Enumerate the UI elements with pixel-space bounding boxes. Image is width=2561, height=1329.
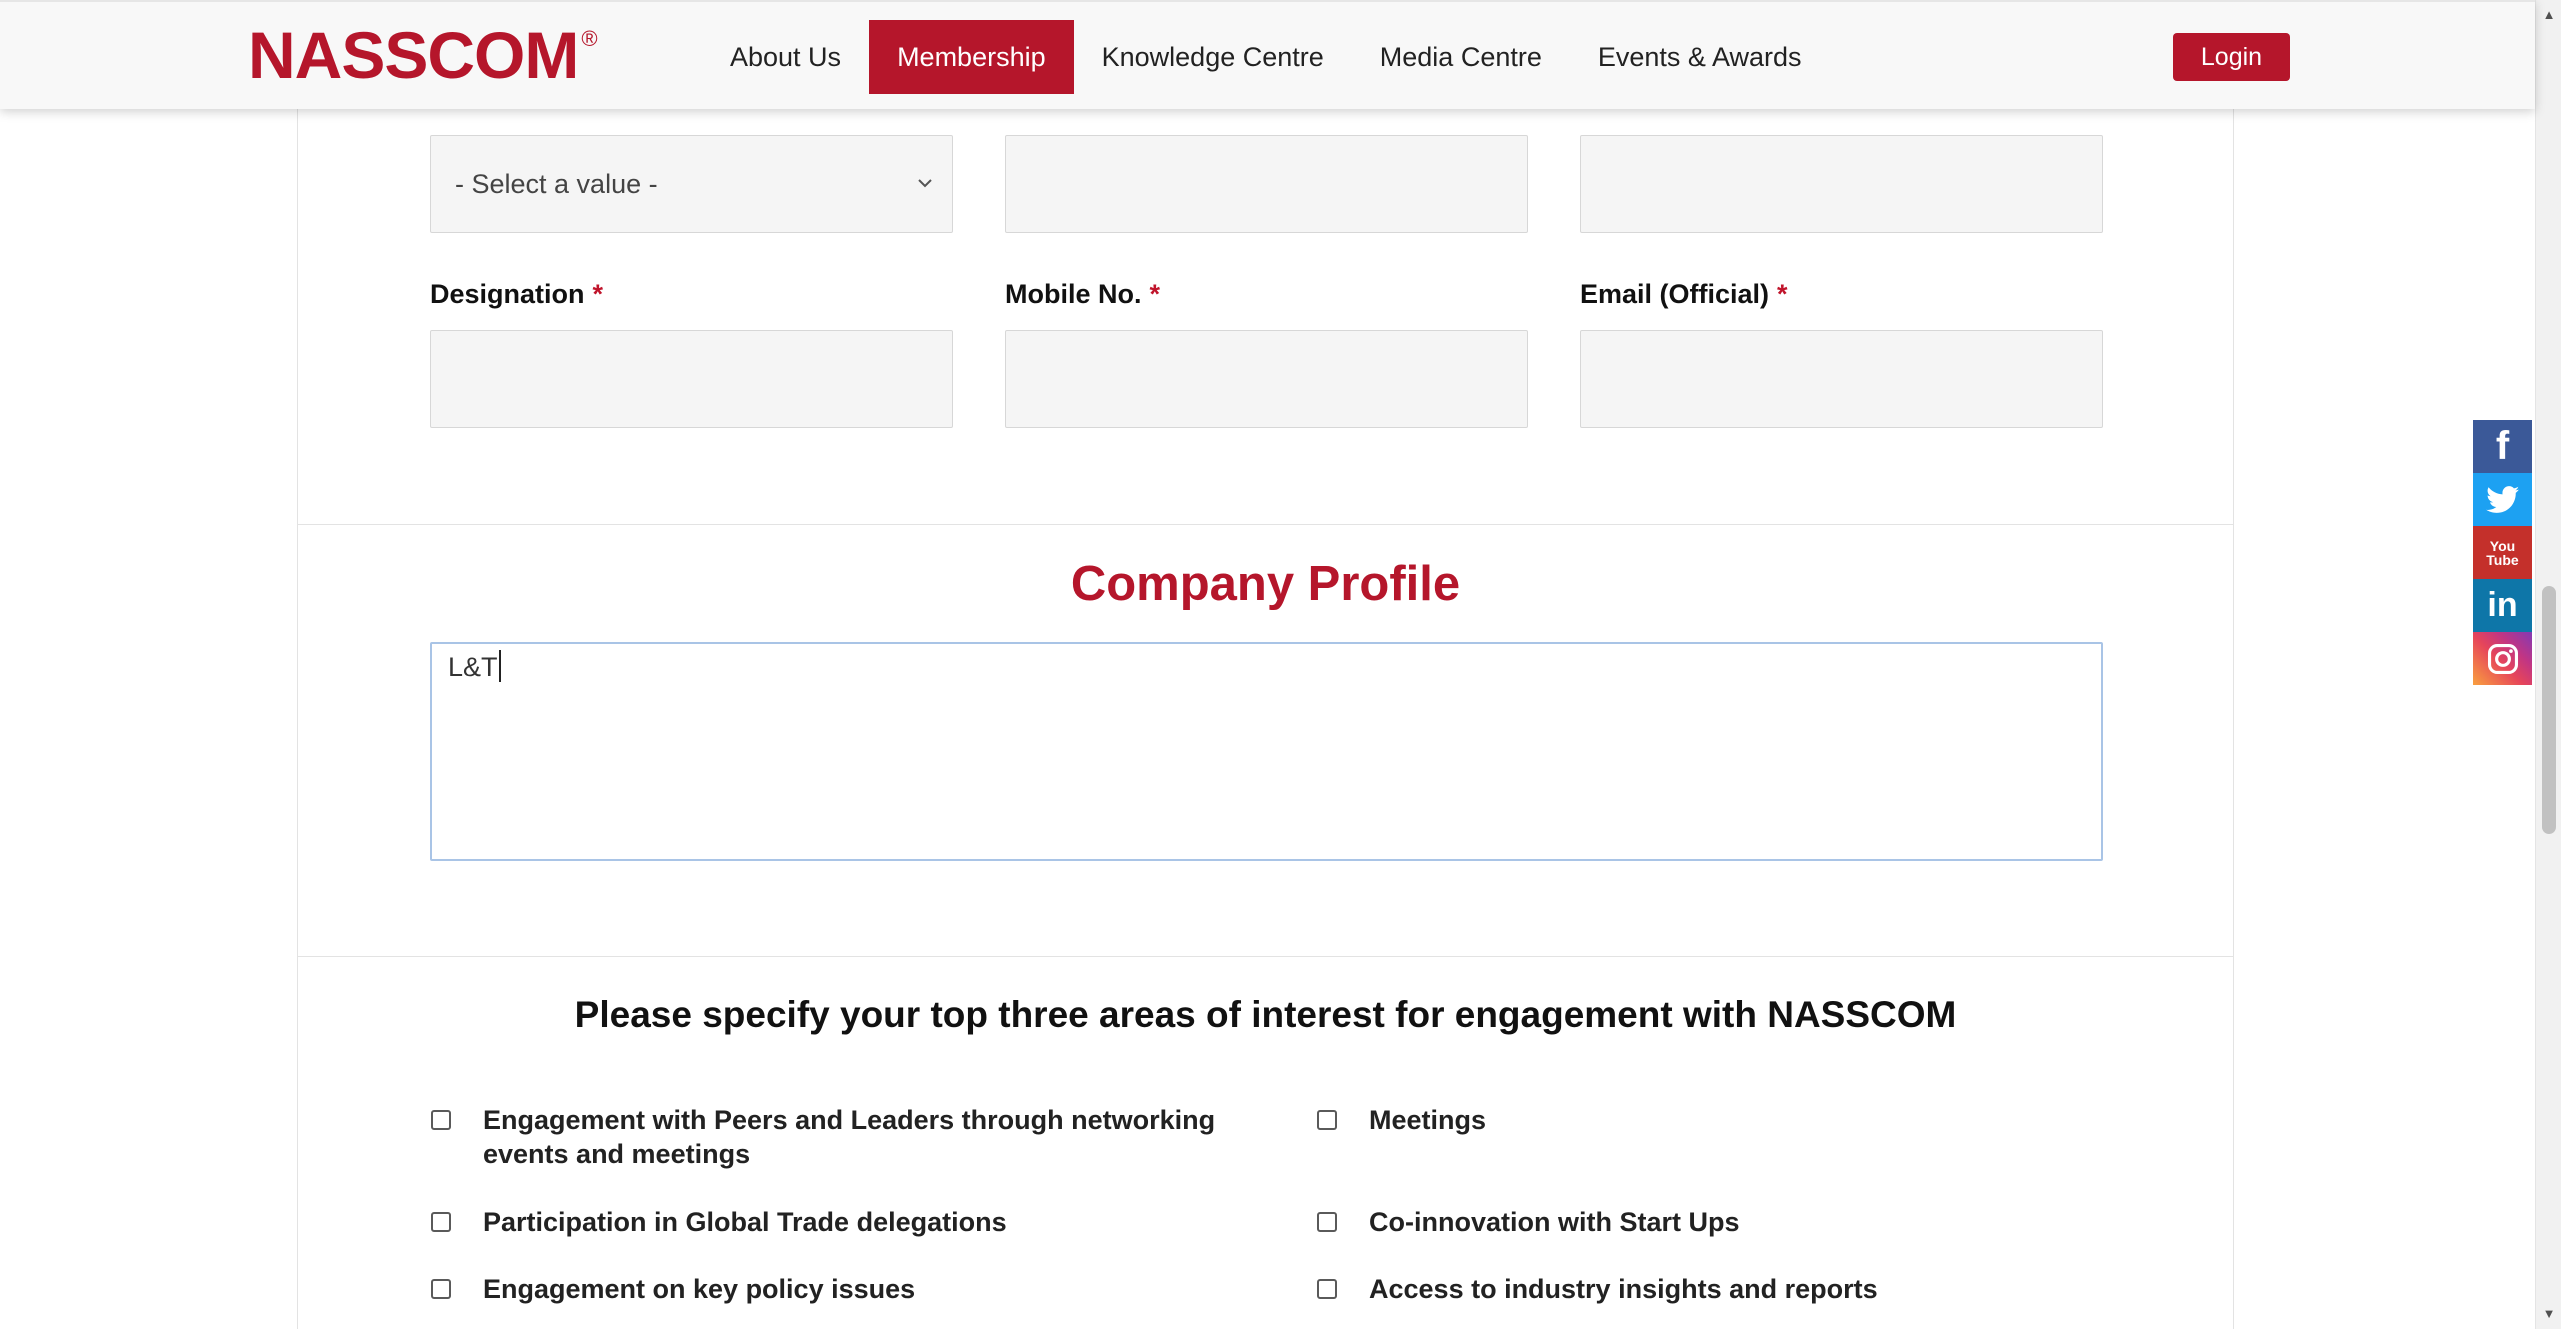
designation-label: Designation *: [430, 279, 603, 310]
interest-checkbox-insights[interactable]: [1317, 1279, 1337, 1299]
youtube-glyph-bottom: Tube: [2486, 551, 2519, 568]
youtube-icon[interactable]: You Tube: [2473, 526, 2532, 579]
interest-checkbox-coinnovation[interactable]: [1317, 1212, 1337, 1232]
scroll-thumb[interactable]: [2542, 586, 2556, 834]
interest-label-coinnovation: Co-innovation with Start Ups: [1369, 1207, 1740, 1237]
scroll-down-arrow-icon[interactable]: ▼: [2536, 1301, 2561, 1325]
last-name-input[interactable]: [1580, 135, 2103, 233]
interest-label-networking: Engagement with Peers and Leaders throug…: [483, 1105, 1216, 1169]
nav-events-awards[interactable]: Events & Awards: [1570, 20, 1830, 94]
page-scrollbar[interactable]: ▲ ▼: [2535, 0, 2561, 1329]
company-profile-value: L&T: [448, 652, 498, 682]
instagram-icon[interactable]: [2473, 632, 2532, 685]
title-select-value: - Select a value -: [455, 168, 658, 199]
interest-checkbox-trade-delegations[interactable]: [431, 1212, 451, 1232]
interest-checkbox-networking[interactable]: [431, 1110, 451, 1130]
interests-title: Please specify your top three areas of i…: [574, 994, 1957, 1035]
twitter-icon[interactable]: [2473, 473, 2532, 526]
company-profile-title: Company Profile: [1070, 557, 1461, 611]
facebook-icon[interactable]: f: [2473, 420, 2532, 473]
section-divider: [297, 956, 2234, 957]
login-button[interactable]: Login: [2173, 33, 2290, 81]
interest-label-policy: Engagement on key policy issues: [483, 1274, 916, 1304]
mobile-label: Mobile No. *: [1005, 279, 1160, 310]
designation-input[interactable]: [430, 330, 953, 428]
registered-mark: ®: [581, 26, 598, 51]
required-mark: *: [1777, 279, 1788, 309]
interest-label-insights: Access to industry insights and reports: [1369, 1274, 1878, 1304]
company-profile-textarea[interactable]: L&T: [430, 642, 2103, 861]
interest-checkbox-policy[interactable]: [431, 1279, 451, 1299]
designation-label-text: Designation: [430, 279, 585, 309]
interest-checkbox-meetings[interactable]: [1317, 1110, 1337, 1130]
nav-media-centre[interactable]: Media Centre: [1352, 20, 1570, 94]
nav-about-us[interactable]: About Us: [702, 20, 869, 94]
title-select[interactable]: - Select a value -: [430, 135, 953, 233]
instagram-camera-icon: [2487, 643, 2518, 674]
nasscom-logo[interactable]: NASSCOM ®: [248, 18, 598, 92]
site-header: NASSCOM ® About Us Membership Knowledge …: [0, 0, 2535, 109]
nav-knowledge-centre[interactable]: Knowledge Centre: [1074, 20, 1352, 94]
nav-membership[interactable]: Membership: [869, 20, 1074, 94]
twitter-bird-icon: [2485, 485, 2519, 513]
text-caret: [498, 650, 501, 682]
linkedin-icon[interactable]: in: [2473, 579, 2532, 632]
mobile-label-text: Mobile No.: [1005, 279, 1142, 309]
email-input[interactable]: [1580, 330, 2103, 428]
section-divider: [297, 524, 2234, 525]
main-nav: About Us Membership Knowledge Centre Med…: [702, 20, 1829, 94]
required-mark: *: [592, 279, 604, 309]
required-mark: *: [1149, 279, 1161, 309]
youtube-glyph-top: You: [2489, 537, 2516, 554]
scroll-up-arrow-icon[interactable]: ▲: [2536, 2, 2561, 26]
logo-wordmark: NASSCOM: [248, 18, 579, 92]
interest-label-trade-delegations: Participation in Global Trade delegation…: [483, 1207, 1007, 1237]
email-label-text: Email (Official): [1580, 279, 1770, 309]
email-label: Email (Official) *: [1580, 279, 1788, 310]
first-name-input[interactable]: [1005, 135, 1528, 233]
social-share-bar: f You Tube in: [2473, 420, 2532, 685]
interest-label-meetings: Meetings: [1369, 1105, 1487, 1135]
mobile-input[interactable]: [1005, 330, 1528, 428]
chevron-down-icon: [918, 179, 932, 188]
